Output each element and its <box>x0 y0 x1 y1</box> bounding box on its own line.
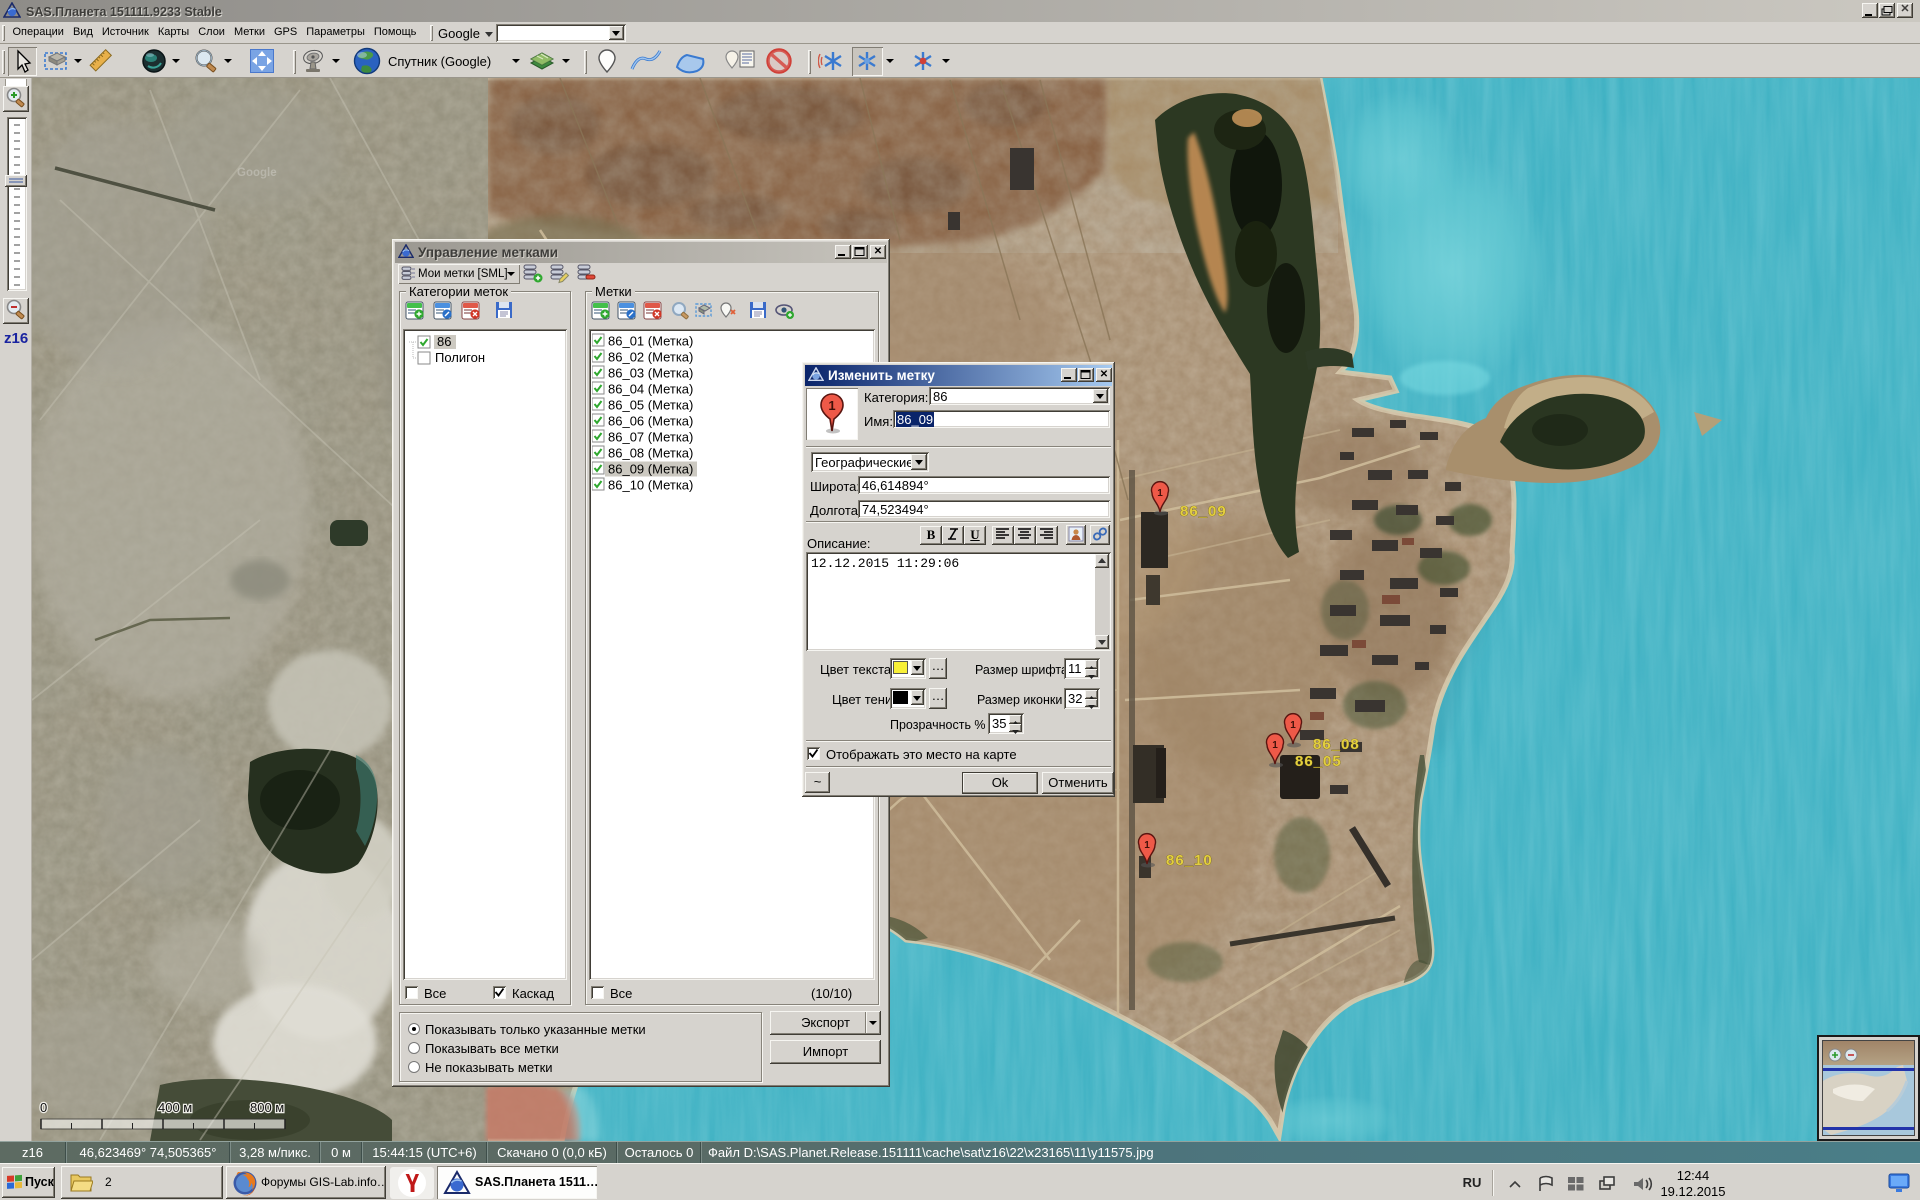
svg-text:86_04 (Метка): 86_04 (Метка) <box>608 382 693 397</box>
svg-text:86_10: 86_10 <box>1166 852 1213 869</box>
svg-text:1: 1 <box>1157 488 1163 499</box>
svg-text:400 м: 400 м <box>158 1100 192 1115</box>
svg-text:86_08 (Метка): 86_08 (Метка) <box>608 446 693 461</box>
svg-text:86_03 (Метка): 86_03 (Метка) <box>608 366 693 381</box>
svg-text:1: 1 <box>1272 740 1278 751</box>
svg-text:Google: Google <box>237 167 277 179</box>
svg-text:Полигон: Полигон <box>435 350 485 365</box>
svg-text:86_09 (Метка): 86_09 (Метка) <box>608 462 693 477</box>
svg-text:800 м: 800 м <box>250 1100 284 1115</box>
svg-text:86_02 (Метка): 86_02 (Метка) <box>608 350 693 365</box>
svg-text:86_07 (Метка): 86_07 (Метка) <box>608 430 693 445</box>
svg-text:86_09: 86_09 <box>1180 503 1227 520</box>
svg-text:1: 1 <box>828 398 835 413</box>
svg-text:86_08: 86_08 <box>1313 736 1360 753</box>
svg-text:86: 86 <box>437 334 451 349</box>
svg-text:86_01 (Метка): 86_01 (Метка) <box>608 334 693 349</box>
svg-text:0: 0 <box>40 1100 47 1115</box>
svg-text:1: 1 <box>1290 720 1296 731</box>
svg-text:86_05 (Метка): 86_05 (Метка) <box>608 398 693 413</box>
svg-text:86_06 (Метка): 86_06 (Метка) <box>608 414 693 429</box>
svg-text:86_05: 86_05 <box>1295 753 1342 770</box>
svg-text:1: 1 <box>1144 840 1150 851</box>
svg-text:86_10 (Метка): 86_10 (Метка) <box>608 478 693 493</box>
